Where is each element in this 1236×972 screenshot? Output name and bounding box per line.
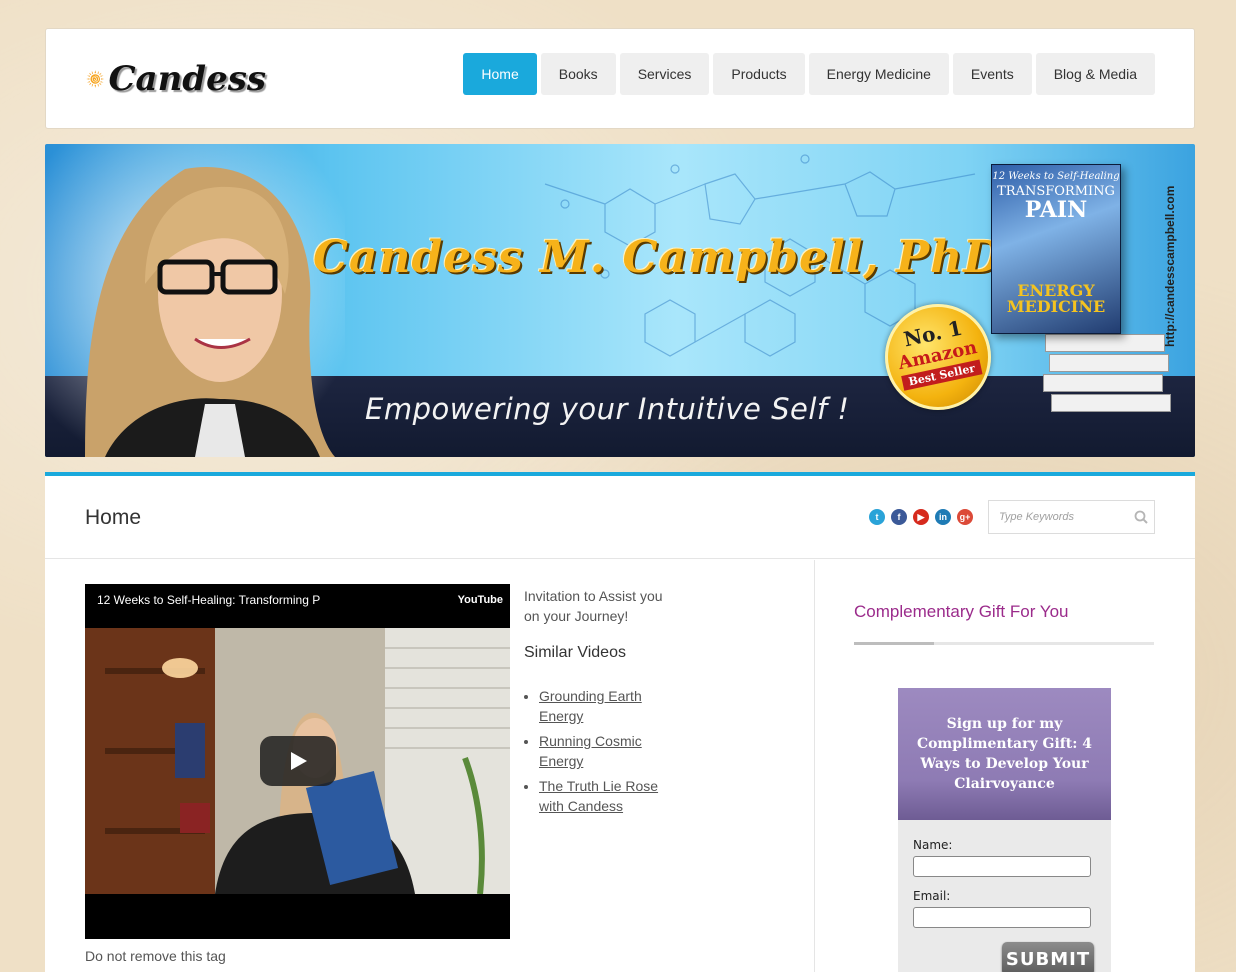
book-stack-image [1043, 334, 1171, 424]
book-title-3: ENERGY MEDICINE [1006, 281, 1106, 316]
banner-url: http://candesscampbell.com [1163, 185, 1177, 347]
main-content: Home t f ▶ in g+ 12 Weeks to Self-Healin… [45, 472, 1195, 972]
search-box [988, 500, 1155, 534]
book-cover: 12 Weeks to Self-Healing TRANSFORMING PA… [991, 164, 1121, 334]
main-nav: Home Books Services Products Energy Medi… [463, 53, 1155, 95]
book-subtitle: 12 Weeks to Self-Healing [992, 171, 1120, 182]
book-title-2: PAIN [1024, 197, 1088, 223]
title-bar: Home t f ▶ in g+ [45, 476, 1195, 559]
signup-title: Sign up for my Complimentary Gift: 4 Way… [898, 688, 1111, 820]
name-label: Name: [913, 838, 953, 852]
similar-videos-list: Grounding Earth Energy Running Cosmic En… [539, 686, 679, 821]
heading-divider-accent [854, 642, 934, 645]
list-item: The Truth Lie Rose with Candess [539, 776, 679, 816]
video-player[interactable]: 12 Weeks to Self-Healing: Transforming P… [85, 584, 510, 939]
list-item: Running Cosmic Energy [539, 731, 679, 771]
portrait-image [45, 144, 345, 457]
name-field[interactable] [913, 856, 1091, 877]
email-field[interactable] [913, 907, 1091, 928]
page-title: Home [85, 506, 142, 529]
nav-item-events[interactable]: Events [952, 53, 1032, 95]
submit-button[interactable]: SUBMIT [1002, 942, 1094, 972]
video-title[interactable]: 12 Weeks to Self-Healing: Transforming P [97, 593, 357, 607]
googleplus-icon[interactable]: g+ [957, 509, 973, 525]
banner-headline: Candess M. Campbell, PhD [313, 232, 1003, 283]
youtube-icon[interactable]: ▶ [913, 509, 929, 525]
similar-video-link[interactable]: Running Cosmic Energy [539, 733, 642, 769]
nav-item-services[interactable]: Services [619, 53, 710, 95]
site-logo[interactable]: Candess [86, 49, 266, 109]
play-button[interactable] [260, 736, 336, 786]
list-item: Grounding Earth Energy [539, 686, 679, 726]
nav-item-energy-medicine[interactable]: Energy Medicine [808, 53, 949, 95]
twitter-icon[interactable]: t [869, 509, 885, 525]
email-label: Email: [913, 889, 951, 903]
social-links: t f ▶ in g+ [869, 509, 973, 525]
search-input[interactable] [999, 502, 1134, 532]
nav-item-books[interactable]: Books [540, 53, 616, 95]
similar-video-link[interactable]: Grounding Earth Energy [539, 688, 642, 724]
invite-text: Invitation to Assist you on your Journey… [524, 588, 663, 624]
column-divider [814, 560, 815, 972]
sun-logo-icon [86, 70, 105, 88]
linkedin-icon[interactable]: in [935, 509, 951, 525]
nav-item-home[interactable]: Home [463, 53, 537, 95]
nav-item-blog-media[interactable]: Blog & Media [1035, 53, 1155, 95]
video-caption: Do not remove this tag [85, 948, 226, 964]
similar-video-link[interactable]: The Truth Lie Rose with Candess [539, 778, 658, 814]
gift-heading: Complementary Gift For You [854, 602, 1069, 621]
youtube-logo[interactable]: YouTube [458, 594, 503, 606]
site-header: Candess Home Books Services Products Ene… [45, 28, 1195, 129]
banner-tagline: Empowering your Intuitive Self ! [365, 392, 850, 426]
nav-item-products[interactable]: Products [713, 53, 805, 95]
play-icon [291, 752, 307, 770]
logo-wordmark: Candess [108, 59, 267, 99]
hero-banner: Candess M. Campbell, PhD Empowering your… [45, 144, 1195, 457]
facebook-icon[interactable]: f [891, 509, 907, 525]
similar-videos-heading: Similar Videos [524, 644, 626, 661]
signup-form: Sign up for my Complimentary Gift: 4 Way… [898, 688, 1111, 972]
search-icon[interactable] [1134, 510, 1148, 524]
